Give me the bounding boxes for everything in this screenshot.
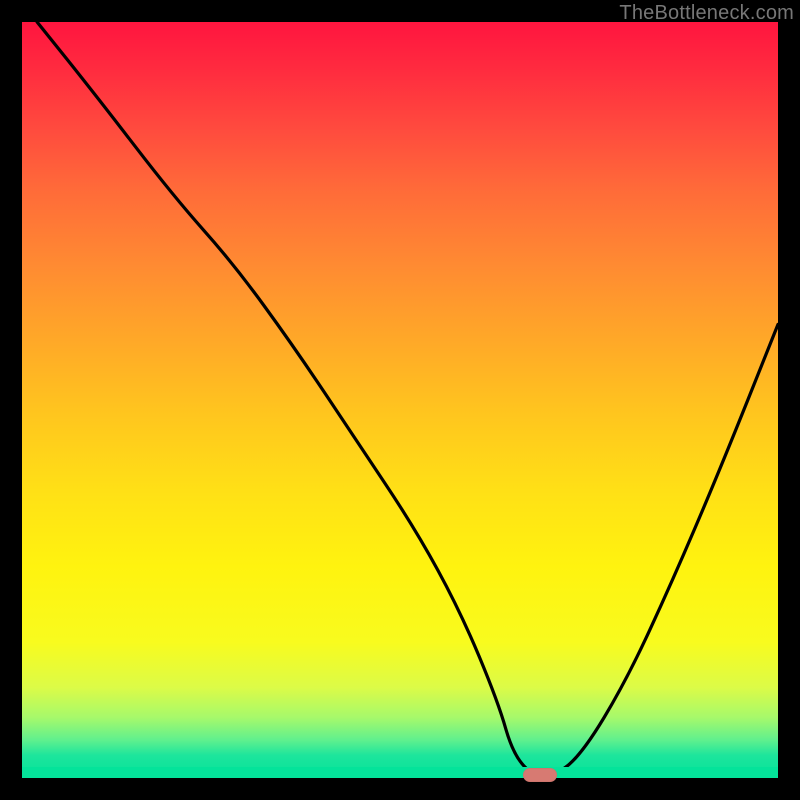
baseline-strip <box>22 767 778 778</box>
optimal-marker <box>523 768 557 782</box>
bottleneck-curve <box>22 22 778 778</box>
chart-frame: TheBottleneck.com <box>0 0 800 800</box>
